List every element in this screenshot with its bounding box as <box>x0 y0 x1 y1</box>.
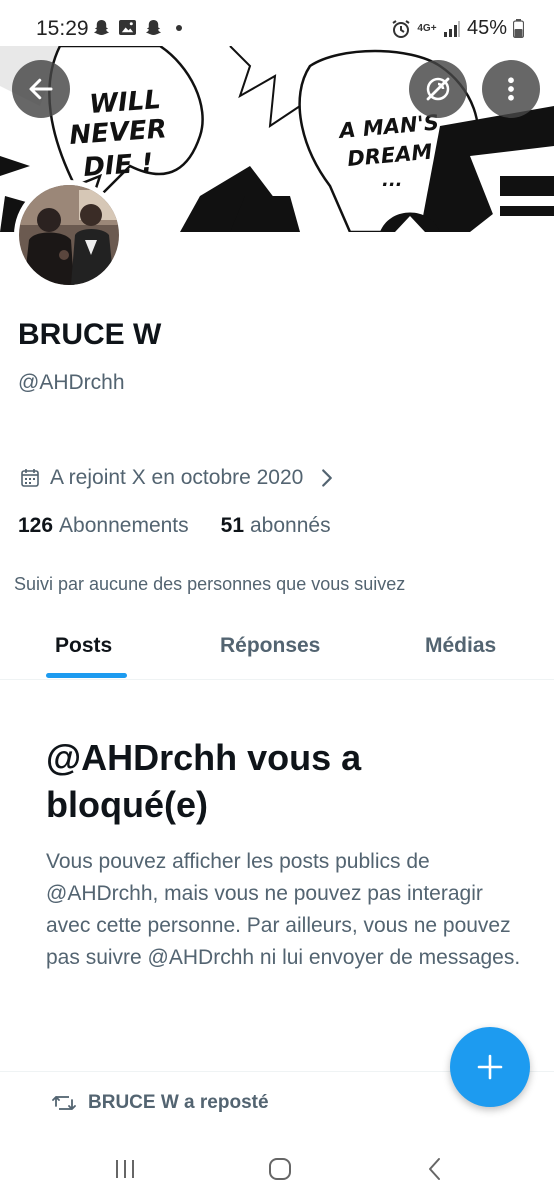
hide-banner-button[interactable] <box>409 60 467 118</box>
followers-label[interactable]: abonnés <box>250 514 331 538</box>
recent-apps-button[interactable] <box>110 1154 140 1184</box>
back-nav-button[interactable] <box>420 1154 450 1184</box>
followers-count[interactable]: 51 <box>221 514 244 538</box>
more-vertical-icon <box>508 77 514 101</box>
eye-slash-icon <box>426 77 450 101</box>
battery-level: 45% <box>466 17 507 39</box>
plus-icon <box>477 1054 503 1080</box>
tab-media[interactable]: Médias <box>425 634 496 658</box>
calendar-icon <box>21 469 39 487</box>
profile-tabs: Posts Réponses Médias <box>0 624 554 680</box>
active-tab-indicator <box>46 673 127 678</box>
snapchat-icon <box>145 19 162 36</box>
notification-icons <box>92 19 182 36</box>
blocked-title: @AHDrchh vous a bloqué(e) <box>46 737 362 825</box>
alarm-icon <box>392 19 410 38</box>
avatar-photo <box>19 185 119 285</box>
network-type: 4G+ <box>417 22 437 34</box>
recent-apps-icon <box>116 1160 134 1178</box>
system-indicators: 4G+ 45% <box>391 17 524 40</box>
back-button[interactable] <box>12 60 70 118</box>
profile-handle: @AHDrchh <box>18 371 125 394</box>
signal-icon <box>443 20 460 37</box>
avatar[interactable] <box>14 180 124 290</box>
banner-bubble-left-line3: DIE ! <box>82 148 154 183</box>
blocked-description: Vous pouvez afficher les posts publics d… <box>46 850 521 969</box>
banner-bubble-right-line3: ... <box>382 170 403 191</box>
gallery-icon <box>119 19 136 36</box>
home-icon <box>269 1158 291 1180</box>
home-button[interactable] <box>265 1154 295 1184</box>
display-name: BRUCE W <box>18 318 162 351</box>
repost-label: BRUCE W a reposté <box>88 1092 269 1113</box>
following-label[interactable]: Abonnements <box>59 514 189 538</box>
snapchat-icon <box>93 19 110 36</box>
follow-stats: 126 Abonnements 51 abonnés <box>18 514 331 538</box>
more-notifications-dot <box>176 24 182 31</box>
joined-date-row[interactable]: A rejoint X en octobre 2020 <box>20 466 337 490</box>
repost-indicator[interactable]: BRUCE W a reposté <box>52 1092 269 1114</box>
repost-icon <box>52 1096 76 1110</box>
battery-icon <box>513 19 524 38</box>
followed-by-text: Suivi par aucune des personnes que vous … <box>14 574 406 594</box>
tab-posts[interactable]: Posts <box>55 634 112 658</box>
arrow-left-icon <box>29 78 53 100</box>
following-count[interactable]: 126 <box>18 514 53 538</box>
tab-replies[interactable]: Réponses <box>220 634 320 658</box>
status-bar: 15:29 4G+ 45% <box>0 0 554 46</box>
chevron-right-icon <box>322 469 333 487</box>
system-nav-bar <box>0 1140 554 1200</box>
joined-date: A rejoint X en octobre 2020 <box>50 466 304 489</box>
compose-button[interactable] <box>450 1027 530 1107</box>
status-time: 15:29 <box>36 17 89 40</box>
more-options-button[interactable] <box>482 60 540 118</box>
chevron-left-icon <box>429 1158 440 1180</box>
